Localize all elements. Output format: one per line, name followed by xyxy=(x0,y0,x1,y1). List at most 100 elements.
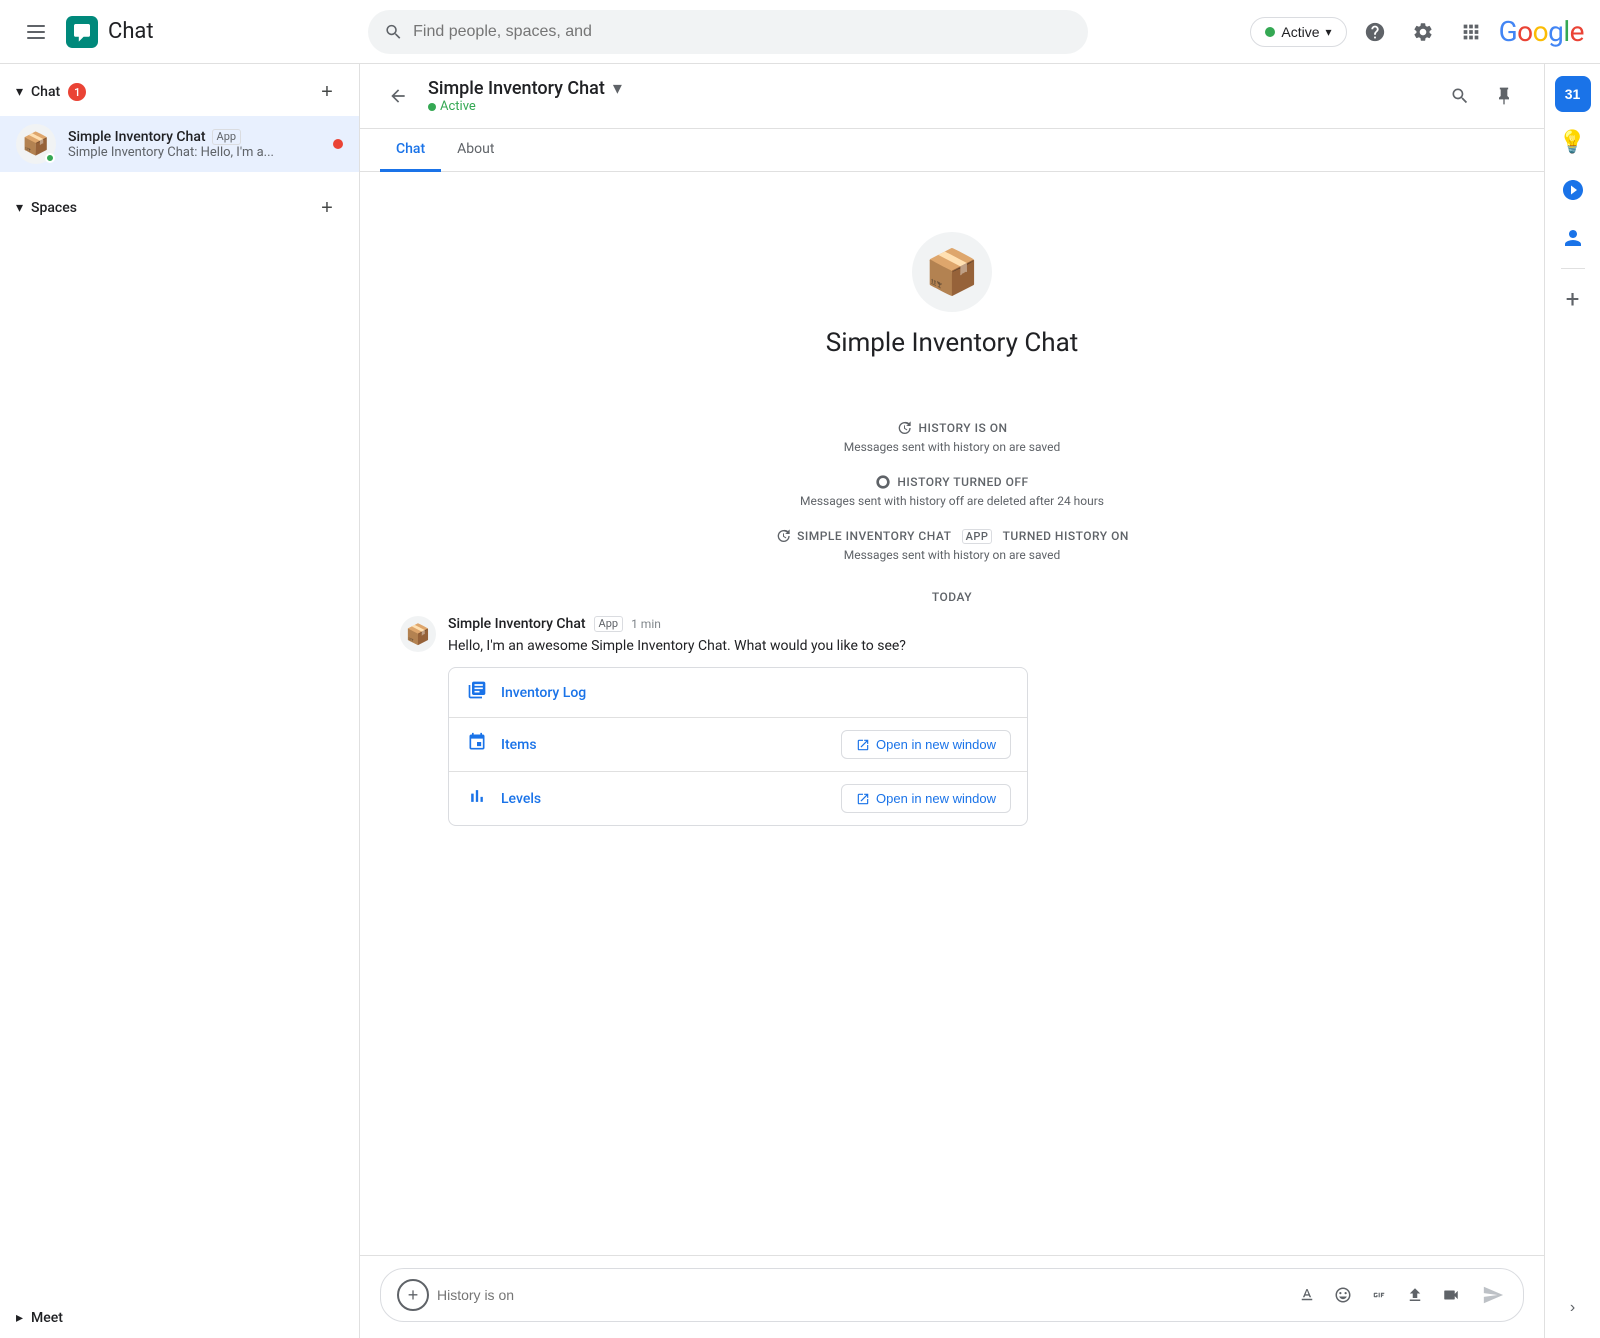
search-icon xyxy=(1450,86,1470,106)
history-on-sub: Messages sent with history on are saved xyxy=(844,440,1061,454)
apps-button[interactable] xyxy=(1451,12,1491,52)
external-link-icon-2 xyxy=(856,792,870,806)
spaces-label: Spaces xyxy=(31,200,77,216)
right-panel-divider xyxy=(1561,268,1585,269)
add-panel-button[interactable]: + xyxy=(1551,277,1595,321)
hamburger-menu-button[interactable] xyxy=(16,12,56,52)
pin-button[interactable] xyxy=(1484,76,1524,116)
tasks-button[interactable] xyxy=(1551,168,1595,212)
chat-tabs: Chat About xyxy=(360,129,1544,172)
inventory-log-label[interactable]: Inventory Log xyxy=(501,685,1011,701)
back-button[interactable] xyxy=(380,78,416,114)
input-actions xyxy=(1291,1279,1467,1311)
topbar: Chat Active ▾ Google xyxy=(0,0,1600,64)
external-link-icon xyxy=(856,738,870,752)
history-notice-turned-on: SIMPLE INVENTORY CHAT APP TURNED HISTORY… xyxy=(400,528,1504,562)
header-actions xyxy=(1440,76,1524,116)
search-bar[interactable] xyxy=(368,10,1088,54)
spaces-section-header[interactable]: ▾ Spaces + xyxy=(0,180,359,232)
gear-icon xyxy=(1412,21,1434,43)
hamburger-icon xyxy=(19,17,53,47)
message-app-badge: App xyxy=(594,616,624,632)
text-format-button[interactable] xyxy=(1291,1279,1323,1311)
tab-about[interactable]: About xyxy=(441,129,510,172)
add-chat-button[interactable]: + xyxy=(311,76,343,108)
history-off-icon xyxy=(875,474,891,490)
history-turned-on-suffix: TURNED HISTORY ON xyxy=(1003,529,1129,543)
history-off-sub: Messages sent with history off are delet… xyxy=(800,494,1104,508)
online-dot xyxy=(45,153,55,163)
tab-chat[interactable]: Chat xyxy=(380,129,441,172)
active-status-button[interactable]: Active ▾ xyxy=(1250,17,1346,47)
action-row-items[interactable]: Items Open in new window xyxy=(449,718,1027,772)
contacts-button[interactable] xyxy=(1551,216,1595,260)
add-attachment-button[interactable]: + xyxy=(397,1279,429,1311)
history-turned-on-app: APP xyxy=(962,529,993,544)
chat-section-title: ▾ Chat 1 xyxy=(16,83,86,101)
spaces-section-title: ▾ Spaces xyxy=(16,200,77,216)
levels-open-label: Open in new window xyxy=(876,791,996,806)
keep-notes-button[interactable]: 💡 xyxy=(1551,120,1595,164)
meet-label: Meet xyxy=(31,1310,63,1326)
item-name-row: Simple Inventory Chat App xyxy=(68,129,321,145)
topbar-left: Chat xyxy=(16,12,356,52)
apps-icon xyxy=(1460,21,1482,43)
help-icon xyxy=(1364,21,1386,43)
inventory-log-icon xyxy=(465,680,489,705)
chevron-down-icon: ▾ xyxy=(1326,25,1332,39)
today-label: TODAY xyxy=(932,590,972,604)
levels-open-new-window-button[interactable]: Open in new window xyxy=(841,784,1011,813)
search-input[interactable] xyxy=(413,23,1072,41)
send-icon xyxy=(1482,1284,1504,1306)
message-meta: Simple Inventory Chat App 1 min xyxy=(448,616,1504,632)
history-off-label: HISTORY TURNED OFF xyxy=(897,475,1028,489)
settings-button[interactable] xyxy=(1403,12,1443,52)
levels-label[interactable]: Levels xyxy=(501,791,829,807)
chat-content: 📦 Simple Inventory Chat HISTORY IS ON Me… xyxy=(360,172,1544,1255)
expand-panel-button[interactable]: › xyxy=(1551,1286,1595,1330)
bot-avatar-large: 📦 xyxy=(912,232,992,312)
video-button[interactable] xyxy=(1435,1279,1467,1311)
sidebar-item-simple-inventory-chat[interactable]: 📦 Simple Inventory Chat App Simple Inven… xyxy=(0,116,359,172)
chat-header-name: Simple Inventory Chat xyxy=(428,78,605,99)
header-dropdown-icon[interactable]: ▾ xyxy=(613,78,622,99)
message-input-area: + xyxy=(360,1255,1544,1338)
back-icon xyxy=(388,86,408,106)
chat-section-header[interactable]: ▾ Chat 1 + xyxy=(0,64,359,116)
message-input[interactable] xyxy=(437,1287,1283,1303)
chat-section-label: Chat xyxy=(31,84,60,100)
items-label[interactable]: Items xyxy=(501,737,829,753)
spaces-section: ▾ Spaces + xyxy=(0,180,359,232)
help-button[interactable] xyxy=(1355,12,1395,52)
item-app-badge: App xyxy=(212,129,242,145)
google-logo: Google xyxy=(1499,15,1584,48)
right-panel: 31 💡 + › xyxy=(1544,64,1600,1338)
history-on-label: HISTORY IS ON xyxy=(918,421,1007,435)
header-status-dot xyxy=(428,103,436,111)
calendar-panel-button[interactable]: 31 xyxy=(1551,72,1595,116)
text-format-icon xyxy=(1298,1286,1316,1304)
calendar-icon: 31 xyxy=(1555,76,1591,112)
items-open-new-window-button[interactable]: Open in new window xyxy=(841,730,1011,759)
add-space-button[interactable]: + xyxy=(311,192,343,224)
upload-button[interactable] xyxy=(1399,1279,1431,1311)
emoji-button[interactable] xyxy=(1327,1279,1359,1311)
action-card: Inventory Log Items xyxy=(448,667,1028,826)
unread-dot xyxy=(333,139,343,149)
upload-icon xyxy=(1406,1286,1424,1304)
message-time: 1 min xyxy=(631,617,661,631)
chat-search-button[interactable] xyxy=(1440,76,1480,116)
message-text: Hello, I'm an awesome Simple Inventory C… xyxy=(448,636,1504,657)
history-icon xyxy=(896,420,912,436)
chat-collapse-icon: ▾ xyxy=(16,84,23,100)
history-notice-off: HISTORY TURNED OFF Messages sent with hi… xyxy=(400,474,1504,508)
status-dot xyxy=(1265,27,1275,37)
meet-section[interactable]: ▸ Meet xyxy=(0,1298,359,1338)
meet-header[interactable]: ▸ Meet xyxy=(16,1310,343,1326)
chat-header-status: Active xyxy=(428,99,622,114)
gif-button[interactable] xyxy=(1363,1279,1395,1311)
action-row-levels[interactable]: Levels Open in new window xyxy=(449,772,1027,825)
today-divider: TODAY xyxy=(400,590,1504,604)
action-row-inventory-log[interactable]: Inventory Log xyxy=(449,668,1027,718)
send-button[interactable] xyxy=(1475,1277,1511,1313)
